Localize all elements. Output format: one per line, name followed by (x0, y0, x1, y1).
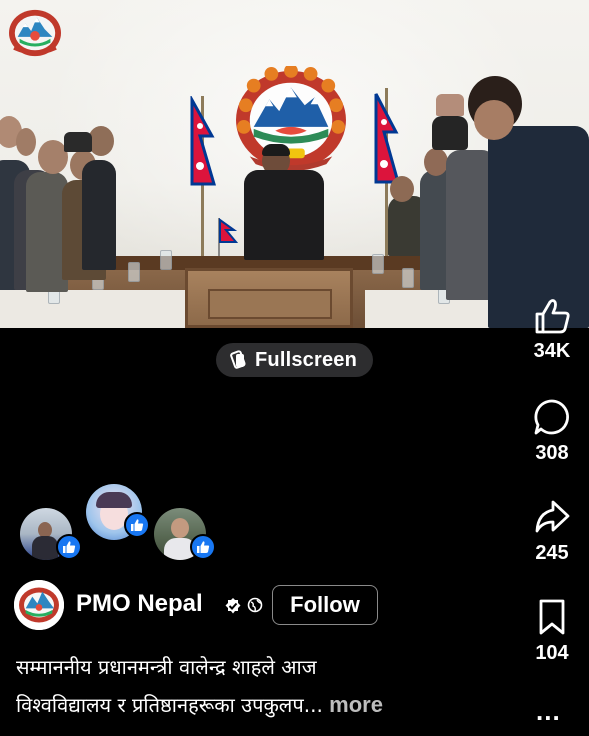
water-glass (128, 262, 140, 282)
like-badge-icon (56, 534, 82, 560)
water-glass (402, 268, 414, 288)
globe-icon (247, 597, 263, 613)
like-badge-icon (190, 534, 216, 560)
video-frame[interactable] (0, 0, 589, 328)
nepal-flag-left (190, 96, 216, 256)
caption-line-1: सम्माननीय प्रधानमन्त्री वालेन्द्र शाहले … (16, 655, 317, 679)
table-cloth-left (0, 290, 190, 328)
nepal-emblem-watermark-icon (9, 9, 61, 57)
comment-action[interactable]: 308 (516, 398, 588, 465)
caption-line-2: विश्वविद्यालय र प्रतिष्ठानहरूका उपकुलप..… (16, 686, 516, 724)
verified-badge-icon (225, 598, 241, 614)
reactor-avatar-1[interactable] (20, 508, 82, 560)
share-arrow-icon (535, 500, 570, 533)
author-name[interactable]: PMO Nepal (76, 590, 203, 618)
comment-count: 308 (535, 442, 569, 464)
bookmark-icon (539, 599, 565, 635)
save-count: 104 (535, 642, 569, 664)
see-more-link[interactable]: more (329, 692, 383, 717)
podium-desk (185, 268, 353, 328)
save-action[interactable]: 104 (516, 598, 588, 665)
nepal-emblem-icon (236, 66, 346, 172)
nepal-desk-flag-left (218, 218, 238, 258)
reactor-avatar-2[interactable] (86, 484, 150, 540)
reactor-avatar-3[interactable] (154, 508, 216, 560)
author-avatar[interactable] (14, 580, 64, 630)
follow-button[interactable]: Follow (272, 585, 378, 625)
comment-bubble-icon (534, 399, 569, 435)
share-count: 245 (535, 542, 569, 564)
fullscreen-icon (230, 350, 246, 369)
caption-line-2-text: विश्वविद्यालय र प्रतिष्ठानहरूका उपकुलप..… (16, 693, 323, 717)
share-action[interactable]: 245 (516, 498, 588, 565)
water-glass (372, 254, 384, 274)
fullscreen-button[interactable]: Fullscreen (216, 343, 373, 377)
water-glass (160, 250, 172, 270)
like-count: 34K (533, 340, 571, 362)
post-caption[interactable]: सम्माननीय प्रधानमन्त्री वालेन्द्र शाहले … (16, 648, 516, 724)
more-options-button[interactable]: ... (536, 696, 561, 727)
thumbs-up-icon (535, 299, 570, 334)
nepal-emblem-icon (14, 580, 64, 630)
like-badge-icon (124, 512, 150, 538)
like-action[interactable]: 34K (516, 298, 588, 363)
fullscreen-label: Fullscreen (255, 348, 358, 371)
